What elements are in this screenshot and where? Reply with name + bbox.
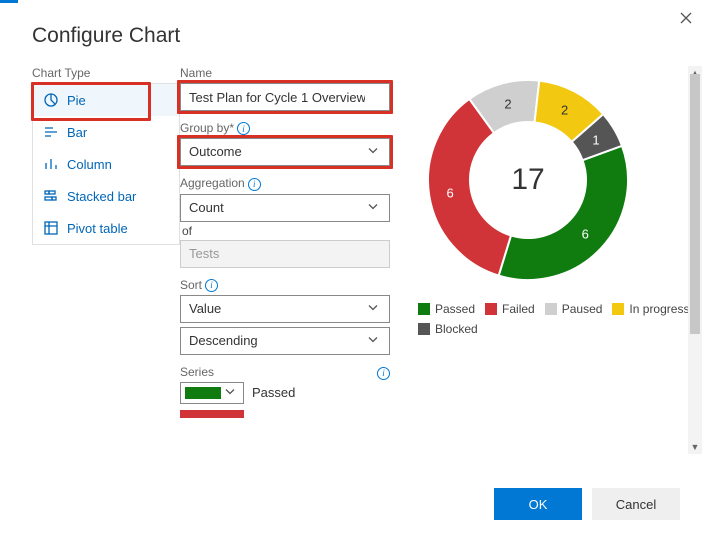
scroll-down-icon[interactable]: ▼	[688, 440, 702, 454]
preview-panel: 17 6 6 2 2 1 Passed Failed Paused In progress Bl…	[390, 66, 700, 454]
fields-panel: Name Group by*i Outcome	[180, 66, 390, 454]
info-icon[interactable]: i	[237, 122, 250, 135]
info-icon[interactable]: i	[377, 367, 390, 380]
chart-type-pivot-label: Pivot table	[67, 221, 128, 236]
sort-direction-select[interactable]: Descending	[180, 327, 390, 355]
cancel-button[interactable]: Cancel	[592, 488, 680, 520]
legend-item-paused: Paused	[545, 302, 603, 316]
scrollbar[interactable]: ▲ ▼	[688, 66, 702, 454]
bar-icon	[43, 124, 59, 140]
legend-swatch	[612, 303, 624, 315]
name-label: Name	[180, 66, 390, 80]
legend-item-in-progress: In progress	[612, 302, 689, 316]
name-input[interactable]	[180, 83, 390, 111]
close-button[interactable]	[676, 8, 696, 28]
stacked-bar-icon	[43, 188, 59, 204]
info-icon[interactable]: i	[205, 279, 218, 292]
chart-type-pie[interactable]: Pie	[33, 84, 179, 116]
ok-button[interactable]: OK	[494, 488, 582, 520]
chevron-down-icon	[222, 383, 238, 402]
chart-legend: Passed Failed Paused In progress Blocked	[418, 302, 700, 336]
chart-type-pie-label: Pie	[67, 93, 86, 108]
chart-type-list: Pie Bar Column Stacked bar Pivot	[32, 83, 180, 245]
legend-item-failed: Failed	[485, 302, 535, 316]
configure-chart-dialog: Configure Chart Chart Type Pie Bar	[0, 0, 708, 538]
legend-label: Paused	[562, 302, 603, 316]
legend-swatch	[545, 303, 557, 315]
sort-field-select[interactable]: Value	[180, 295, 390, 323]
slice-value-label: 6	[446, 185, 453, 200]
info-icon[interactable]: i	[248, 178, 261, 191]
scrollbar-thumb[interactable]	[690, 74, 700, 334]
legend-item-passed: Passed	[418, 302, 475, 316]
chevron-down-icon	[365, 143, 381, 162]
of-select: Tests	[180, 240, 390, 268]
chart-type-stacked[interactable]: Stacked bar	[33, 180, 179, 212]
chart-type-bar-label: Bar	[67, 125, 87, 140]
chevron-down-icon	[365, 299, 381, 318]
pivot-icon	[43, 220, 59, 236]
legend-label: Passed	[435, 302, 475, 316]
legend-swatch	[418, 303, 430, 315]
legend-swatch	[485, 303, 497, 315]
slice-value-label: 2	[561, 103, 568, 118]
slice-value-label: 6	[582, 227, 589, 242]
close-icon	[678, 10, 694, 26]
chevron-down-icon	[365, 198, 381, 217]
dialog-title: Configure Chart	[0, 0, 708, 66]
series-color-strip	[180, 410, 244, 418]
legend-label: In progress	[629, 302, 689, 316]
slice-value-label: 2	[504, 96, 511, 111]
series-color-picker[interactable]	[180, 382, 244, 404]
slice-value-label: 1	[592, 132, 599, 147]
legend-swatch	[418, 323, 430, 335]
aggregation-label: Aggregationi	[180, 176, 390, 190]
legend-item-blocked: Blocked	[418, 322, 478, 336]
groupby-select[interactable]: Outcome	[180, 138, 390, 166]
sort-label: Sorti	[180, 278, 390, 292]
series-label: Series	[180, 365, 214, 379]
chart-type-panel: Chart Type Pie Bar Column	[32, 66, 180, 454]
donut-center-total: 17	[418, 70, 638, 290]
accent-bar	[0, 0, 18, 3]
chart-type-column[interactable]: Column	[33, 148, 179, 180]
legend-label: Failed	[502, 302, 535, 316]
legend-label: Blocked	[435, 322, 478, 336]
pie-icon	[43, 92, 59, 108]
chart-type-pivot[interactable]: Pivot table	[33, 212, 179, 244]
column-icon	[43, 156, 59, 172]
chart-type-bar[interactable]: Bar	[33, 116, 179, 148]
chevron-down-icon	[365, 331, 381, 350]
series-item-name: Passed	[252, 385, 295, 400]
groupby-label: Group by*i	[180, 121, 390, 135]
aggregation-select[interactable]: Count	[180, 194, 390, 222]
donut-chart: 17 6 6 2 2 1	[418, 70, 638, 290]
chart-type-column-label: Column	[67, 157, 112, 172]
dialog-buttons: OK Cancel	[494, 488, 680, 520]
chart-type-stacked-label: Stacked bar	[67, 189, 136, 204]
of-label: of	[182, 224, 390, 238]
chart-type-label: Chart Type	[32, 66, 180, 80]
